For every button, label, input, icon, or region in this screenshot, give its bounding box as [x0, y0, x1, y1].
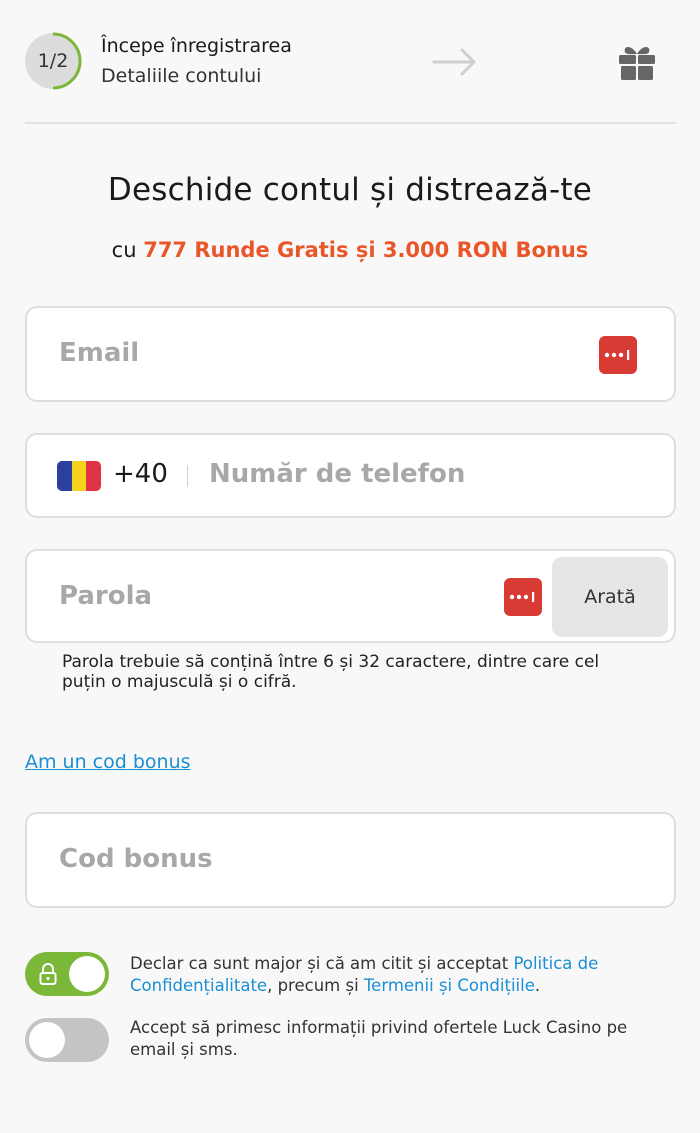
page-title: Deschide contul și distrează-te [107, 172, 593, 208]
step-title: Începe înregistrarea [101, 35, 292, 57]
header-divider [25, 122, 676, 124]
prefix-separator [187, 465, 188, 487]
subtitle-prefix: cu [111, 238, 144, 262]
email-field[interactable]: Email [25, 306, 676, 402]
gift-icon[interactable] [617, 44, 657, 82]
password-field[interactable]: Parola Arată [25, 549, 676, 643]
country-code-selector[interactable]: +40 [27, 435, 199, 516]
password-manager-icon[interactable] [599, 336, 637, 374]
phone-placeholder: Număr de telefon [209, 459, 466, 489]
terms-conditions-link[interactable]: Termenii și Condițiile [364, 976, 535, 995]
password-manager-icon[interactable] [504, 578, 542, 616]
terms-toggle[interactable] [25, 952, 109, 996]
bonus-code-link[interactable]: Am un cod bonus [25, 751, 191, 773]
marketing-toggle[interactable] [25, 1018, 109, 1062]
lock-icon [39, 963, 57, 985]
toggle-knob [29, 1022, 65, 1058]
terms-text-2: , precum și [267, 976, 364, 995]
step-progress-indicator: 1/2 [25, 32, 82, 90]
email-placeholder: Email [59, 338, 140, 368]
marketing-consent-text: Accept să primesc informații privind ofe… [130, 1018, 628, 1059]
page-subtitle: cu 777 Runde Gratis și 3.000 RON Bonus [0, 238, 700, 262]
terms-text-3: . [534, 976, 541, 995]
registration-header: 1/2 Începe înregistrarea Detaliile contu… [0, 0, 700, 123]
show-password-button[interactable]: Arată [552, 557, 668, 637]
bonus-code-placeholder: Cod bonus [59, 844, 213, 874]
country-code: +40 [113, 459, 168, 489]
romania-flag-icon [57, 461, 101, 491]
terms-text-1: Declar ca sunt major și că am citit și a… [130, 954, 514, 973]
step-subtitle: Detaliile contului [101, 65, 262, 87]
arrow-right-icon[interactable] [432, 46, 478, 78]
phone-field[interactable]: +40 Număr de telefon [25, 433, 676, 518]
password-hint: Parola trebuie să conțină între 6 și 32 … [62, 652, 600, 692]
bonus-offer-highlight: 777 Runde Gratis și 3.000 RON Bonus [143, 238, 589, 262]
bonus-code-field[interactable]: Cod bonus [25, 812, 676, 908]
toggle-knob [69, 956, 105, 992]
password-placeholder: Parola [59, 581, 153, 611]
terms-consent-text: Declar ca sunt major și că am citit și a… [130, 953, 650, 997]
step-counter: 1/2 [37, 50, 69, 72]
